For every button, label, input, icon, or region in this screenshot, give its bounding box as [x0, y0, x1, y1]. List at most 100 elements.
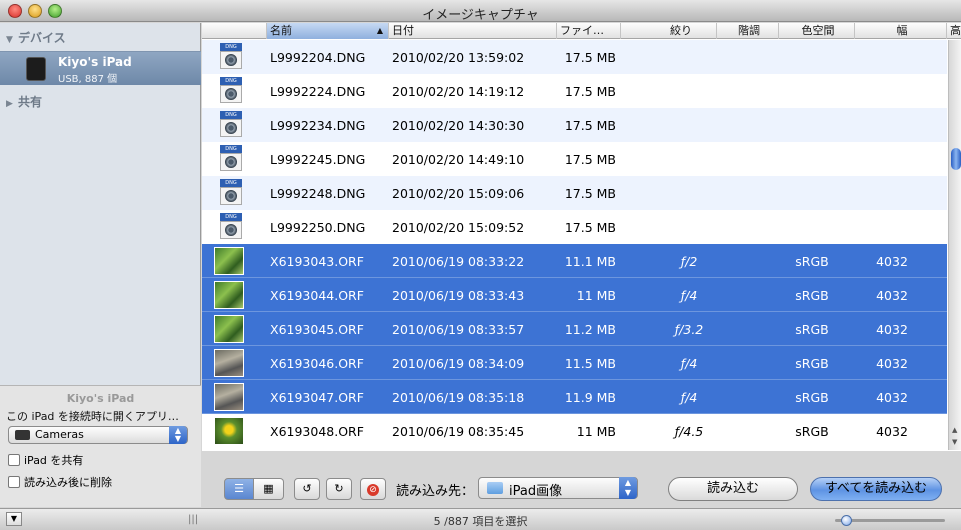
- file-date: 2010/06/19 08:33:43: [392, 288, 525, 303]
- rows-container: DNG L9992204.DNG 2010/02/20 13:59:02 17.5 M…: [202, 40, 947, 448]
- file-width: 4032: [876, 356, 908, 371]
- file-name: L9992248.DNG: [270, 186, 366, 201]
- popup-arrows-icon: ▲ ▼: [619, 477, 637, 499]
- dng-file-icon: DNG: [220, 43, 242, 71]
- vertical-scroll-thumb[interactable]: [951, 148, 961, 170]
- sidebar-item-ipad[interactable]: Kiyo's iPad USB, 887 個: [0, 51, 201, 85]
- delete-after-import-checkbox[interactable]: 読み込み後に削除: [8, 474, 112, 490]
- table-row[interactable]: DNG L9992224.DNG 2010/02/20 14:19:12 17.5 M…: [202, 74, 947, 108]
- photo-thumbnail: [214, 383, 244, 411]
- file-size: 11.9 MB: [564, 390, 616, 405]
- photo-thumbnail: [214, 281, 244, 309]
- column-header-name[interactable]: 名前 ▲: [266, 23, 388, 39]
- rotate-left-button[interactable]: ↺: [294, 478, 320, 500]
- file-aperture: ƒ/2: [680, 254, 698, 269]
- list-view-button[interactable]: ☰: [224, 478, 254, 500]
- file-colorspace: sRGB: [795, 322, 829, 337]
- delete-checkbox-label: 読み込み後に削除: [24, 476, 112, 489]
- table-row[interactable]: X6193048.ORF 2010/06/19 08:35:45 11 MB ƒ/4.…: [202, 414, 947, 448]
- column-header-size[interactable]: ファイ…: [556, 23, 620, 39]
- file-date: 2010/02/20 14:49:10: [392, 152, 525, 167]
- shared-label: 共有: [18, 95, 43, 109]
- photo-thumbnail: [214, 247, 244, 275]
- rotate-right-button[interactable]: ↻: [326, 478, 352, 500]
- slider-knob[interactable]: [840, 515, 852, 526]
- table-row[interactable]: DNG L9992248.DNG 2010/02/20 15:09:06 17.5 M…: [202, 176, 947, 210]
- file-name: L9992204.DNG: [270, 50, 366, 65]
- file-size: 11.1 MB: [564, 254, 616, 269]
- photo-thumbnail: [214, 315, 244, 343]
- sort-ascending-icon: ▲: [376, 26, 383, 35]
- file-name: X6193046.ORF: [270, 356, 364, 371]
- file-colorspace: sRGB: [795, 356, 829, 371]
- import-toolbar: ☰ ▦ ↺ ↻ ⊘ 読み込み先： iPad画像 ▲ ▼ 読み込む すべてを読み込む: [202, 466, 961, 508]
- dng-file-icon: DNG: [220, 145, 242, 173]
- file-colorspace: sRGB: [795, 390, 829, 405]
- device-subtitle: USB, 887 個: [58, 74, 118, 85]
- column-header-date[interactable]: 日付: [388, 23, 556, 39]
- delete-button[interactable]: ⊘: [360, 478, 386, 500]
- table-row[interactable]: X6193047.ORF 2010/06/19 08:35:18 11.9 MB ƒ/…: [202, 380, 947, 414]
- photo-thumbnail: [214, 349, 244, 377]
- table-row[interactable]: DNG L9992245.DNG 2010/02/20 14:49:10 17.5 M…: [202, 142, 947, 176]
- list-view-icon: ☰: [234, 482, 244, 495]
- column-header-width[interactable]: 幅: [854, 23, 946, 39]
- file-size: 17.5 MB: [564, 152, 616, 167]
- file-aperture: ƒ/4: [680, 356, 698, 371]
- column-width-label: 幅: [896, 24, 908, 37]
- table-row[interactable]: DNG L9992204.DNG 2010/02/20 13:59:02 17.5 M…: [202, 40, 947, 74]
- table-row[interactable]: X6193045.ORF 2010/06/19 08:33:57 11.2 MB ƒ/…: [202, 312, 947, 346]
- file-date: 2010/06/19 08:33:22: [392, 254, 525, 269]
- sidebar-group-devices[interactable]: ▼ デバイス: [6, 29, 66, 46]
- import-button[interactable]: 読み込む: [668, 477, 798, 501]
- device-options-panel: Kiyo's iPad この iPad を接続時に開くアプリ… Cameras …: [0, 385, 201, 507]
- rotate-right-icon: ↻: [334, 482, 344, 495]
- checkbox-icon[interactable]: [8, 476, 20, 488]
- folder-icon: [487, 482, 503, 494]
- sidebar-group-shared[interactable]: ▶ 共有: [6, 93, 42, 110]
- column-header-aperture[interactable]: 絞り: [620, 23, 716, 39]
- dng-file-icon: DNG: [220, 77, 242, 105]
- column-header-tone[interactable]: 階調: [716, 23, 778, 39]
- column-header-colorspace[interactable]: 色空間: [778, 23, 854, 39]
- table-row[interactable]: X6193043.ORF 2010/06/19 08:33:22 11.1 MB ƒ/…: [202, 244, 947, 278]
- column-header-extra[interactable]: 高: [946, 23, 961, 39]
- file-date: 2010/02/20 13:59:02: [392, 50, 525, 65]
- thumbnail-size-slider[interactable]: [835, 515, 945, 526]
- checkbox-icon[interactable]: [8, 454, 20, 466]
- column-aperture-label: 絞り: [670, 24, 692, 37]
- selection-status: 5 /887 項目を選択: [433, 515, 528, 528]
- file-name: X6193045.ORF: [270, 322, 364, 337]
- file-date: 2010/06/19 08:34:09: [392, 356, 525, 371]
- file-colorspace: sRGB: [795, 424, 829, 439]
- file-width: 4032: [876, 288, 908, 303]
- scroll-up-arrow-icon[interactable]: ▲: [952, 426, 957, 434]
- vertical-scrollbar[interactable]: ▲ ▼: [948, 40, 961, 450]
- file-list[interactable]: 名前 ▲ 日付 ファイ… 絞り 階調 色空間 幅 高 DNG L9992204.DN…: [202, 23, 961, 451]
- file-size: 17.5 MB: [564, 220, 616, 235]
- file-width: 4032: [876, 424, 908, 439]
- sidebar: ▼ デバイス Kiyo's iPad USB, 887 個 ▶ 共有 Kiyo's …: [0, 23, 201, 507]
- file-aperture: ƒ/4.5: [674, 424, 704, 439]
- disclosure-right-icon: ▶: [6, 99, 13, 109]
- scroll-down-arrow-icon[interactable]: ▼: [952, 438, 957, 446]
- share-ipad-checkbox[interactable]: iPad を共有: [8, 452, 83, 468]
- file-date: 2010/02/20 14:19:12: [392, 84, 525, 99]
- file-width: 4032: [876, 254, 908, 269]
- table-row[interactable]: X6193044.ORF 2010/06/19 08:33:43 11 MB ƒ/4 s…: [202, 278, 947, 312]
- import-all-button[interactable]: すべてを読み込む: [810, 477, 942, 501]
- destination-popup[interactable]: iPad画像 ▲ ▼: [478, 477, 638, 499]
- file-size: 11.5 MB: [564, 356, 616, 371]
- table-row[interactable]: DNG L9992250.DNG 2010/02/20 15:09:52 17.5 M…: [202, 210, 947, 244]
- column-extra-label: 高: [950, 24, 961, 37]
- import-to-label: 読み込み先：: [396, 484, 475, 499]
- file-size: 17.5 MB: [564, 50, 616, 65]
- app-popup[interactable]: Cameras ▲ ▼: [8, 426, 188, 444]
- disclosure-down-icon: ▼: [6, 35, 13, 45]
- file-date: 2010/06/19 08:35:45: [392, 424, 525, 439]
- file-aperture: ƒ/4: [680, 390, 698, 405]
- file-width: 4032: [876, 322, 908, 337]
- table-row[interactable]: DNG L9992234.DNG 2010/02/20 14:30:30 17.5 M…: [202, 108, 947, 142]
- table-row[interactable]: X6193046.ORF 2010/06/19 08:34:09 11.5 MB ƒ/…: [202, 346, 947, 380]
- icon-view-button[interactable]: ▦: [254, 478, 284, 500]
